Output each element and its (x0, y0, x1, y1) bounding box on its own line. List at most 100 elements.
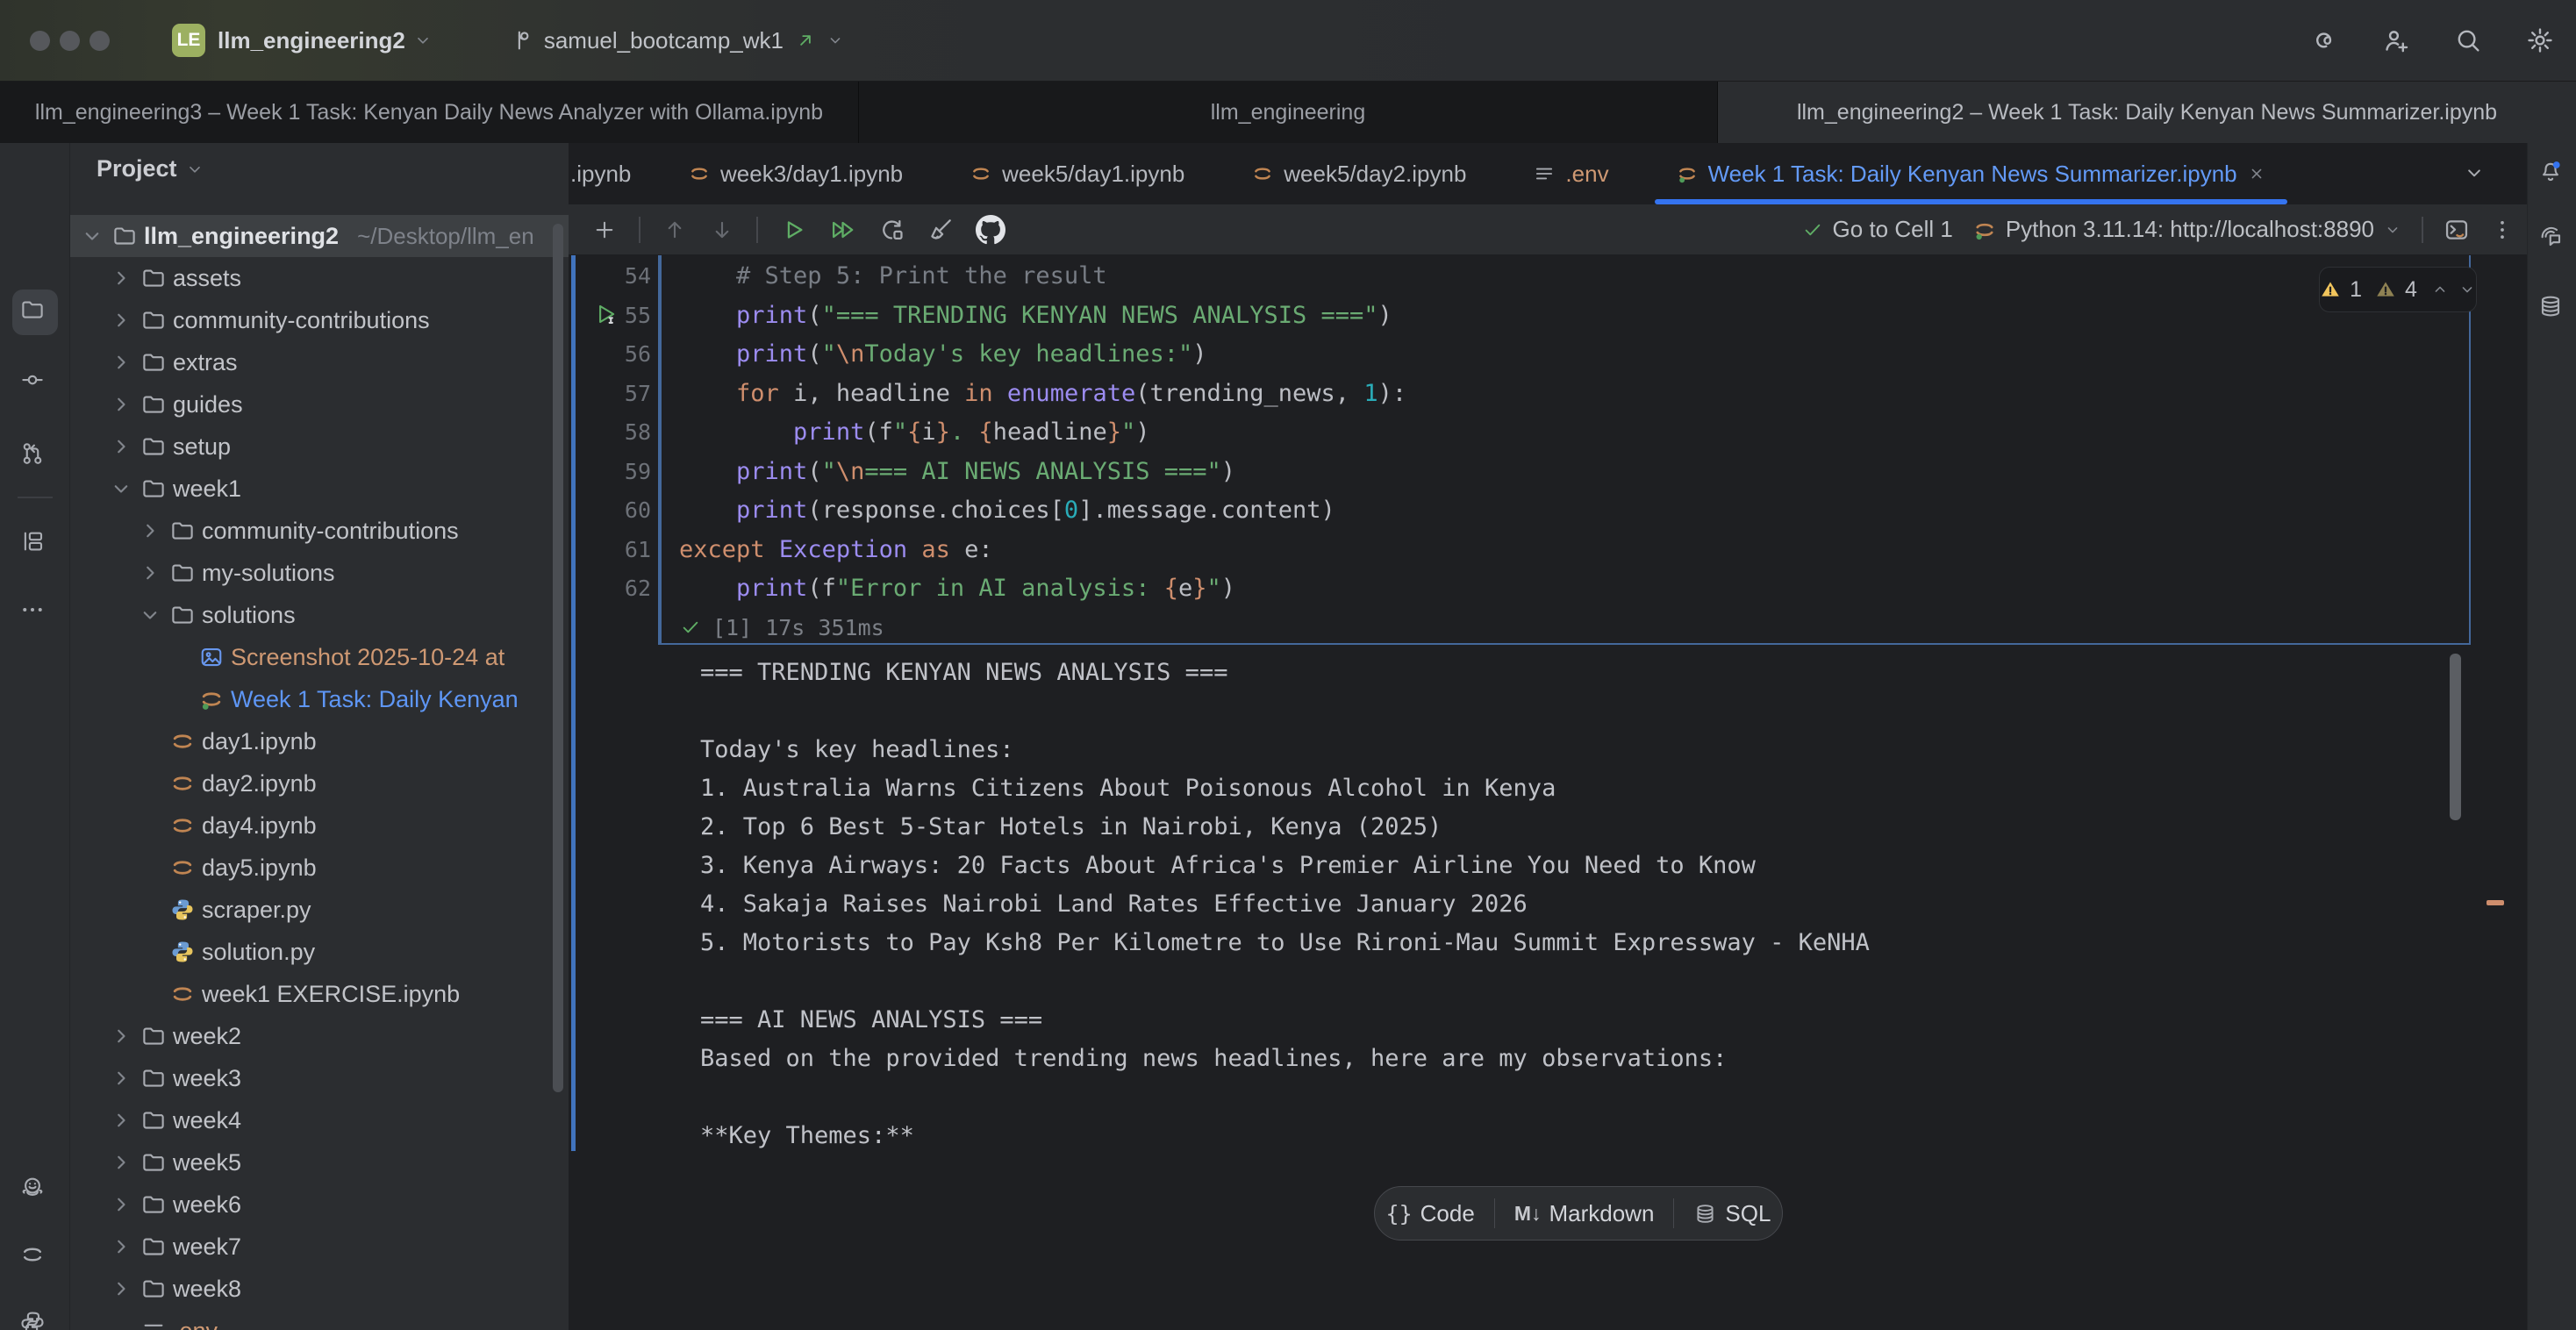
tree-item[interactable]: week8 (70, 1268, 569, 1310)
ai-chat-tool-icon[interactable] (2537, 223, 2564, 249)
close-window-button[interactable] (30, 31, 50, 51)
tree-item[interactable]: week1 EXERCISE.ipynb (70, 973, 569, 1015)
tree-item[interactable]: week2 (70, 1015, 569, 1057)
huggingface-tool-icon[interactable] (19, 1174, 46, 1200)
inspections-widget[interactable]: 1 4 (2319, 267, 2477, 312)
tree-item[interactable]: day5.ipynb (70, 847, 569, 889)
tree-item-label: solution.py (202, 939, 315, 966)
search-icon[interactable] (2453, 25, 2483, 55)
window-tab[interactable]: llm_engineering3 – Week 1 Task: Kenyan D… (0, 82, 859, 143)
code-token: ( (807, 340, 821, 368)
zoom-window-button[interactable] (89, 31, 110, 51)
tree-item[interactable]: day2.ipynb (70, 762, 569, 804)
editor-tab-active[interactable]: Week 1 Task: Daily Kenyan News Summarize… (1642, 143, 2300, 204)
output-scrollbar[interactable] (2450, 654, 2461, 820)
move-cell-down-icon[interactable] (709, 217, 735, 243)
kebab-menu-icon[interactable] (2490, 218, 2515, 242)
folder-icon (140, 1149, 167, 1176)
error-stripe-mark[interactable] (2487, 900, 2504, 905)
database-tool-icon[interactable] (2537, 293, 2564, 319)
tree-item-label: week5 (173, 1149, 241, 1176)
line-number: 59 (569, 453, 651, 491)
tree-item[interactable]: scraper.py (70, 889, 569, 931)
window-tab-label: llm_engineering2 – Week 1 Task: Daily Ke… (1797, 100, 2497, 125)
add-cell-icon[interactable] (591, 217, 618, 243)
tree-item[interactable]: llm_engineering2~/Desktop/llm_en (70, 215, 569, 257)
tree-item[interactable]: week4 (70, 1099, 569, 1141)
more-tools-icon[interactable] (19, 597, 46, 623)
tree-item[interactable]: my-solutions (70, 552, 569, 594)
python-console-tool-icon[interactable] (19, 1310, 46, 1330)
toolbar-right-group: Go to Cell 1 Python 3.11.14: http://loca… (1801, 216, 2515, 244)
tree-item[interactable]: day1.ipynb (70, 720, 569, 762)
code-token: (f (807, 575, 836, 602)
add-code-cell-button[interactable]: {} Code (1386, 1200, 1475, 1227)
tree-item[interactable]: week7 (70, 1226, 569, 1268)
project-switcher[interactable]: llm_engineering2 (205, 27, 433, 54)
add-sql-cell-button[interactable]: SQL (1693, 1200, 1771, 1227)
chevron-right-icon (108, 1191, 134, 1218)
chevron-down-icon (184, 159, 205, 180)
tree-item[interactable]: .env (70, 1310, 569, 1330)
prev-problem-icon[interactable] (2430, 280, 2450, 299)
notifications-bell-icon[interactable] (2537, 159, 2564, 185)
add-user-icon[interactable] (2381, 25, 2411, 55)
code-token: e: (950, 536, 993, 563)
github-icon[interactable] (976, 215, 1005, 245)
tree-item[interactable]: week3 (70, 1057, 569, 1099)
tree-item[interactable]: Screenshot 2025-10-24 at (70, 636, 569, 678)
restart-kernel-icon[interactable] (877, 216, 905, 244)
pull-requests-tool-icon[interactable] (19, 440, 46, 467)
vcs-widget[interactable]: samuel_bootcamp_wk1 (509, 27, 845, 54)
tree-item[interactable]: solutions (70, 594, 569, 636)
code-token: " (893, 418, 907, 446)
jupyter-tool-icon[interactable] (19, 1241, 46, 1268)
tree-item[interactable]: community-contributions (70, 510, 569, 552)
window-tab[interactable]: llm_engineering2 – Week 1 Task: Daily Ke… (1718, 82, 2576, 143)
chevron-right-icon (108, 391, 134, 418)
tree-item[interactable]: day4.ipynb (70, 804, 569, 847)
settings-gear-icon[interactable] (2525, 25, 2555, 55)
tree-item[interactable]: week6 (70, 1183, 569, 1226)
tree-item[interactable]: setup (70, 425, 569, 468)
next-problem-icon[interactable] (2458, 280, 2477, 299)
output-line: 1. Australia Warns Citizens About Poison… (700, 769, 1556, 808)
tree-item[interactable]: community-contributions (70, 299, 569, 341)
tree-item[interactable]: Week 1 Task: Daily Kenyan (70, 678, 569, 720)
tree-item[interactable]: solution.py (70, 931, 569, 973)
structure-tool-icon[interactable] (19, 528, 46, 554)
code-token (907, 536, 921, 563)
tree-item[interactable]: week5 (70, 1141, 569, 1183)
hidden-tabs-chevron-icon[interactable] (2462, 161, 2487, 185)
editor-tab[interactable]: .ipynb (569, 143, 655, 204)
run-all-cells-icon[interactable] (828, 216, 856, 244)
project-name: llm_engineering2 (218, 27, 405, 54)
ai-assistant-icon[interactable] (2309, 25, 2339, 55)
jupyter-running-icon (198, 686, 225, 712)
project-scrollbar[interactable] (553, 224, 563, 1092)
code-line: print("=== TRENDING KENYAN NEWS ANALYSIS… (679, 297, 1392, 335)
kernel-selector[interactable]: Python 3.11.14: http://localhost:8890 (1972, 216, 2402, 243)
tree-item[interactable]: guides (70, 383, 569, 425)
clear-outputs-icon[interactable] (927, 216, 955, 244)
jupyter-console-icon[interactable] (2443, 216, 2471, 244)
project-tool-icon[interactable] (19, 297, 46, 323)
tree-item[interactable]: extras (70, 341, 569, 383)
folder-icon (140, 349, 167, 375)
project-panel-header[interactable]: Project (97, 155, 205, 182)
run-cell-icon[interactable] (779, 216, 807, 244)
tree-item[interactable]: assets (70, 257, 569, 299)
tree-item[interactable]: week1 (70, 468, 569, 510)
tree-item-label: setup (173, 433, 231, 461)
editor-tab[interactable]: week3/day1.ipynb (655, 143, 936, 204)
chevron-down-icon (2383, 220, 2402, 240)
minimize-window-button[interactable] (60, 31, 80, 51)
editor-tab[interactable]: week5/day2.ipynb (1218, 143, 1499, 204)
editor-tab[interactable]: week5/day1.ipynb (936, 143, 1218, 204)
go-to-cell-button[interactable]: Go to Cell 1 (1801, 216, 1953, 243)
window-tab[interactable]: llm_engineering (859, 82, 1718, 143)
move-cell-up-icon[interactable] (662, 217, 688, 243)
commit-tool-icon[interactable] (19, 367, 46, 393)
add-markdown-cell-button[interactable]: M↓ Markdown (1514, 1200, 1655, 1227)
editor-tab[interactable]: .env (1499, 143, 1642, 204)
